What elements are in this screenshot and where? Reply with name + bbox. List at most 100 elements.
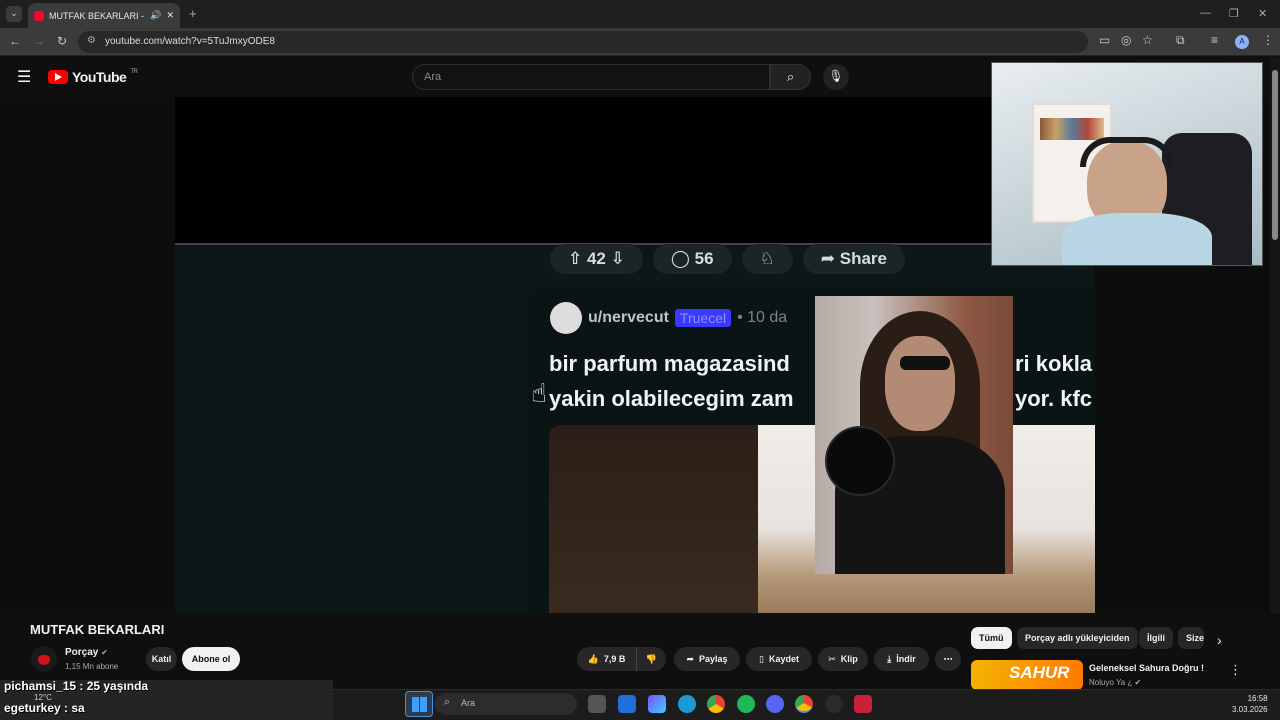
share-label: Paylaş — [699, 654, 728, 664]
taskbar-clock[interactable]: 16:58 3.03.2026 — [1232, 693, 1268, 715]
spotify-icon[interactable] — [737, 695, 755, 713]
reddit-vote-count: 42 — [586, 249, 606, 268]
tab-search-icon[interactable]: ⌄ — [6, 6, 22, 22]
app-icon-red[interactable] — [854, 695, 872, 713]
join-button[interactable]: Katıl — [146, 647, 177, 671]
thumbs-down-icon: 👎 — [645, 653, 658, 664]
weather-temperature: 12°C — [34, 693, 52, 702]
media-control-icon[interactable]: ≡ — [1211, 33, 1218, 47]
reddit-share-pill: ➦ Share — [802, 244, 905, 274]
share-icon: ➦ — [686, 653, 694, 664]
reload-icon[interactable]: ↻ — [57, 34, 67, 48]
search-icon: ⌕ — [444, 696, 451, 708]
download-button[interactable]: ⤓ İndir — [874, 647, 929, 671]
taskbar-search-placeholder: Ara — [461, 698, 476, 708]
profile-avatar[interactable]: A — [1235, 35, 1249, 49]
task-view-icon[interactable] — [588, 695, 606, 713]
thumbnail-text: SAHUR — [1009, 663, 1070, 682]
forward-icon[interactable]: → — [33, 34, 45, 48]
reddit-username: u/nervecut — [588, 309, 669, 326]
like-button[interactable]: 👍 7,9 B — [577, 647, 636, 671]
dislike-button[interactable]: 👎 — [636, 647, 666, 671]
maximize-icon[interactable]: ❐ — [1229, 7, 1239, 20]
chip-for-you[interactable]: Size — [1178, 627, 1204, 649]
reddit-user-flair: Truecel — [674, 309, 732, 327]
hamburger-menu-icon[interactable]: ☰ — [17, 67, 31, 87]
reddit-user-avatar — [550, 302, 582, 334]
youtube-logo[interactable]: YouTube TR — [48, 69, 138, 85]
start-button[interactable] — [405, 691, 433, 717]
copilot-icon[interactable] — [648, 695, 666, 713]
minimize-icon[interactable]: — — [1200, 7, 1211, 19]
channel-avatar[interactable] — [31, 646, 57, 672]
edge-icon[interactable] — [678, 695, 696, 713]
url-text: youtube.com/watch?v=5TuJmxyODE8 — [105, 36, 275, 47]
browser-menu-icon[interactable]: ⋮ — [1262, 33, 1274, 47]
video-letterbox — [175, 97, 991, 244]
extensions-icon[interactable]: ⧉ — [1176, 33, 1185, 48]
cast-icon[interactable]: ▭ — [1099, 33, 1110, 47]
download-icon: ⤓ — [887, 653, 892, 664]
books — [1040, 118, 1104, 140]
share-button[interactable]: ➦ Paylaş — [674, 647, 740, 671]
address-bar[interactable]: ⚙ youtube.com/watch?v=5TuJmxyODE8 — [78, 31, 1088, 53]
reddit-post-text-line-1: bir parfum magazasind — [549, 351, 790, 376]
save-label: Kaydet — [768, 654, 799, 664]
obs-icon[interactable] — [825, 695, 843, 713]
recommendation-menu-icon[interactable]: ⋮ — [1229, 662, 1242, 678]
guest-face — [885, 336, 955, 431]
reddit-vote-pill: ⇧ 42 ⇩ — [550, 244, 643, 274]
recommendation-title[interactable]: Geleneksel Sahura Doğru ! — [1089, 663, 1204, 673]
microphone-icon — [825, 426, 895, 496]
bookmark-star-icon[interactable]: ☆ — [1142, 33, 1153, 47]
bookmark-icon: ▯ — [759, 653, 764, 664]
tab-title: MUTFAK BEKARLARI - YouTube — [49, 10, 145, 21]
chip-all[interactable]: Tümü — [971, 627, 1012, 649]
subscriber-count: 1,15 Mn abone — [65, 662, 119, 671]
streamer-hoodie — [1062, 213, 1212, 265]
reddit-post-text-line-2-tail: yor. kfc — [1015, 386, 1093, 411]
chip-related[interactable]: İlgili — [1139, 627, 1173, 649]
voice-search-icon[interactable]: 🎙 — [823, 64, 849, 90]
scrollbar-thumb[interactable] — [1272, 70, 1278, 240]
discord-icon[interactable] — [766, 695, 784, 713]
reddit-post-text-line-2: yakin olabilecegim zam — [549, 386, 794, 411]
thumbs-up-icon: 👍 — [587, 653, 599, 664]
more-actions-icon[interactable]: ⋯ — [935, 647, 961, 671]
tab-audio-icon[interactable]: 🔊 — [150, 10, 161, 21]
browser-tab[interactable]: MUTFAK BEKARLARI - YouTube 🔊 ✕ — [28, 3, 180, 28]
channel-name-text: Porçay — [65, 647, 99, 658]
eye-off-icon[interactable]: ◎ — [1121, 33, 1131, 47]
reddit-post-image-left — [549, 425, 759, 613]
back-icon[interactable]: ← — [9, 34, 21, 48]
new-tab-icon[interactable]: + — [189, 6, 197, 21]
reddit-post-text-line-1-tail: ri kokla — [1015, 351, 1093, 376]
chips-next-chevron-icon[interactable]: › — [1217, 632, 1222, 648]
search-button[interactable]: ⌕ — [770, 64, 811, 90]
clip-button[interactable]: ✂ Klip — [818, 647, 868, 671]
chrome-icon[interactable] — [707, 695, 725, 713]
chrome-active-icon[interactable] — [795, 695, 813, 713]
recommendation-thumbnail[interactable]: SAHUR — [971, 660, 1083, 690]
windows-logo-icon — [412, 697, 427, 712]
channel-name[interactable]: Porçay ✔ — [65, 647, 108, 658]
reddit-share-label: Share — [839, 249, 887, 268]
chat-message: egeturkey : sa — [4, 701, 85, 715]
chip-from-uploader[interactable]: Porçay adlı yükleyiciden — [1017, 627, 1138, 649]
video-title: MUTFAK BEKARLARI — [30, 622, 165, 637]
recommendation-channel[interactable]: Noluyo Ya ¿ ✔ — [1089, 678, 1141, 687]
subscribe-button[interactable]: Abone ol — [182, 647, 240, 671]
clip-label: Klip — [840, 654, 858, 664]
window-close-icon[interactable]: ✕ — [1258, 7, 1267, 20]
save-button[interactable]: ▯ Kaydet — [746, 647, 812, 671]
webcam-overlay-guest — [815, 296, 1013, 574]
youtube-wordmark: YouTube — [72, 69, 127, 85]
sunglasses-icon — [900, 356, 950, 370]
tab-close-icon[interactable]: ✕ — [166, 10, 174, 21]
clock-time: 16:58 — [1247, 694, 1268, 703]
app-icon[interactable] — [618, 695, 636, 713]
site-info-icon[interactable]: ⚙ — [87, 35, 96, 46]
search-input[interactable]: Ara — [412, 64, 770, 90]
taskbar-search[interactable]: ⌕ Ara — [435, 693, 577, 715]
youtube-play-logo-icon — [48, 70, 68, 84]
